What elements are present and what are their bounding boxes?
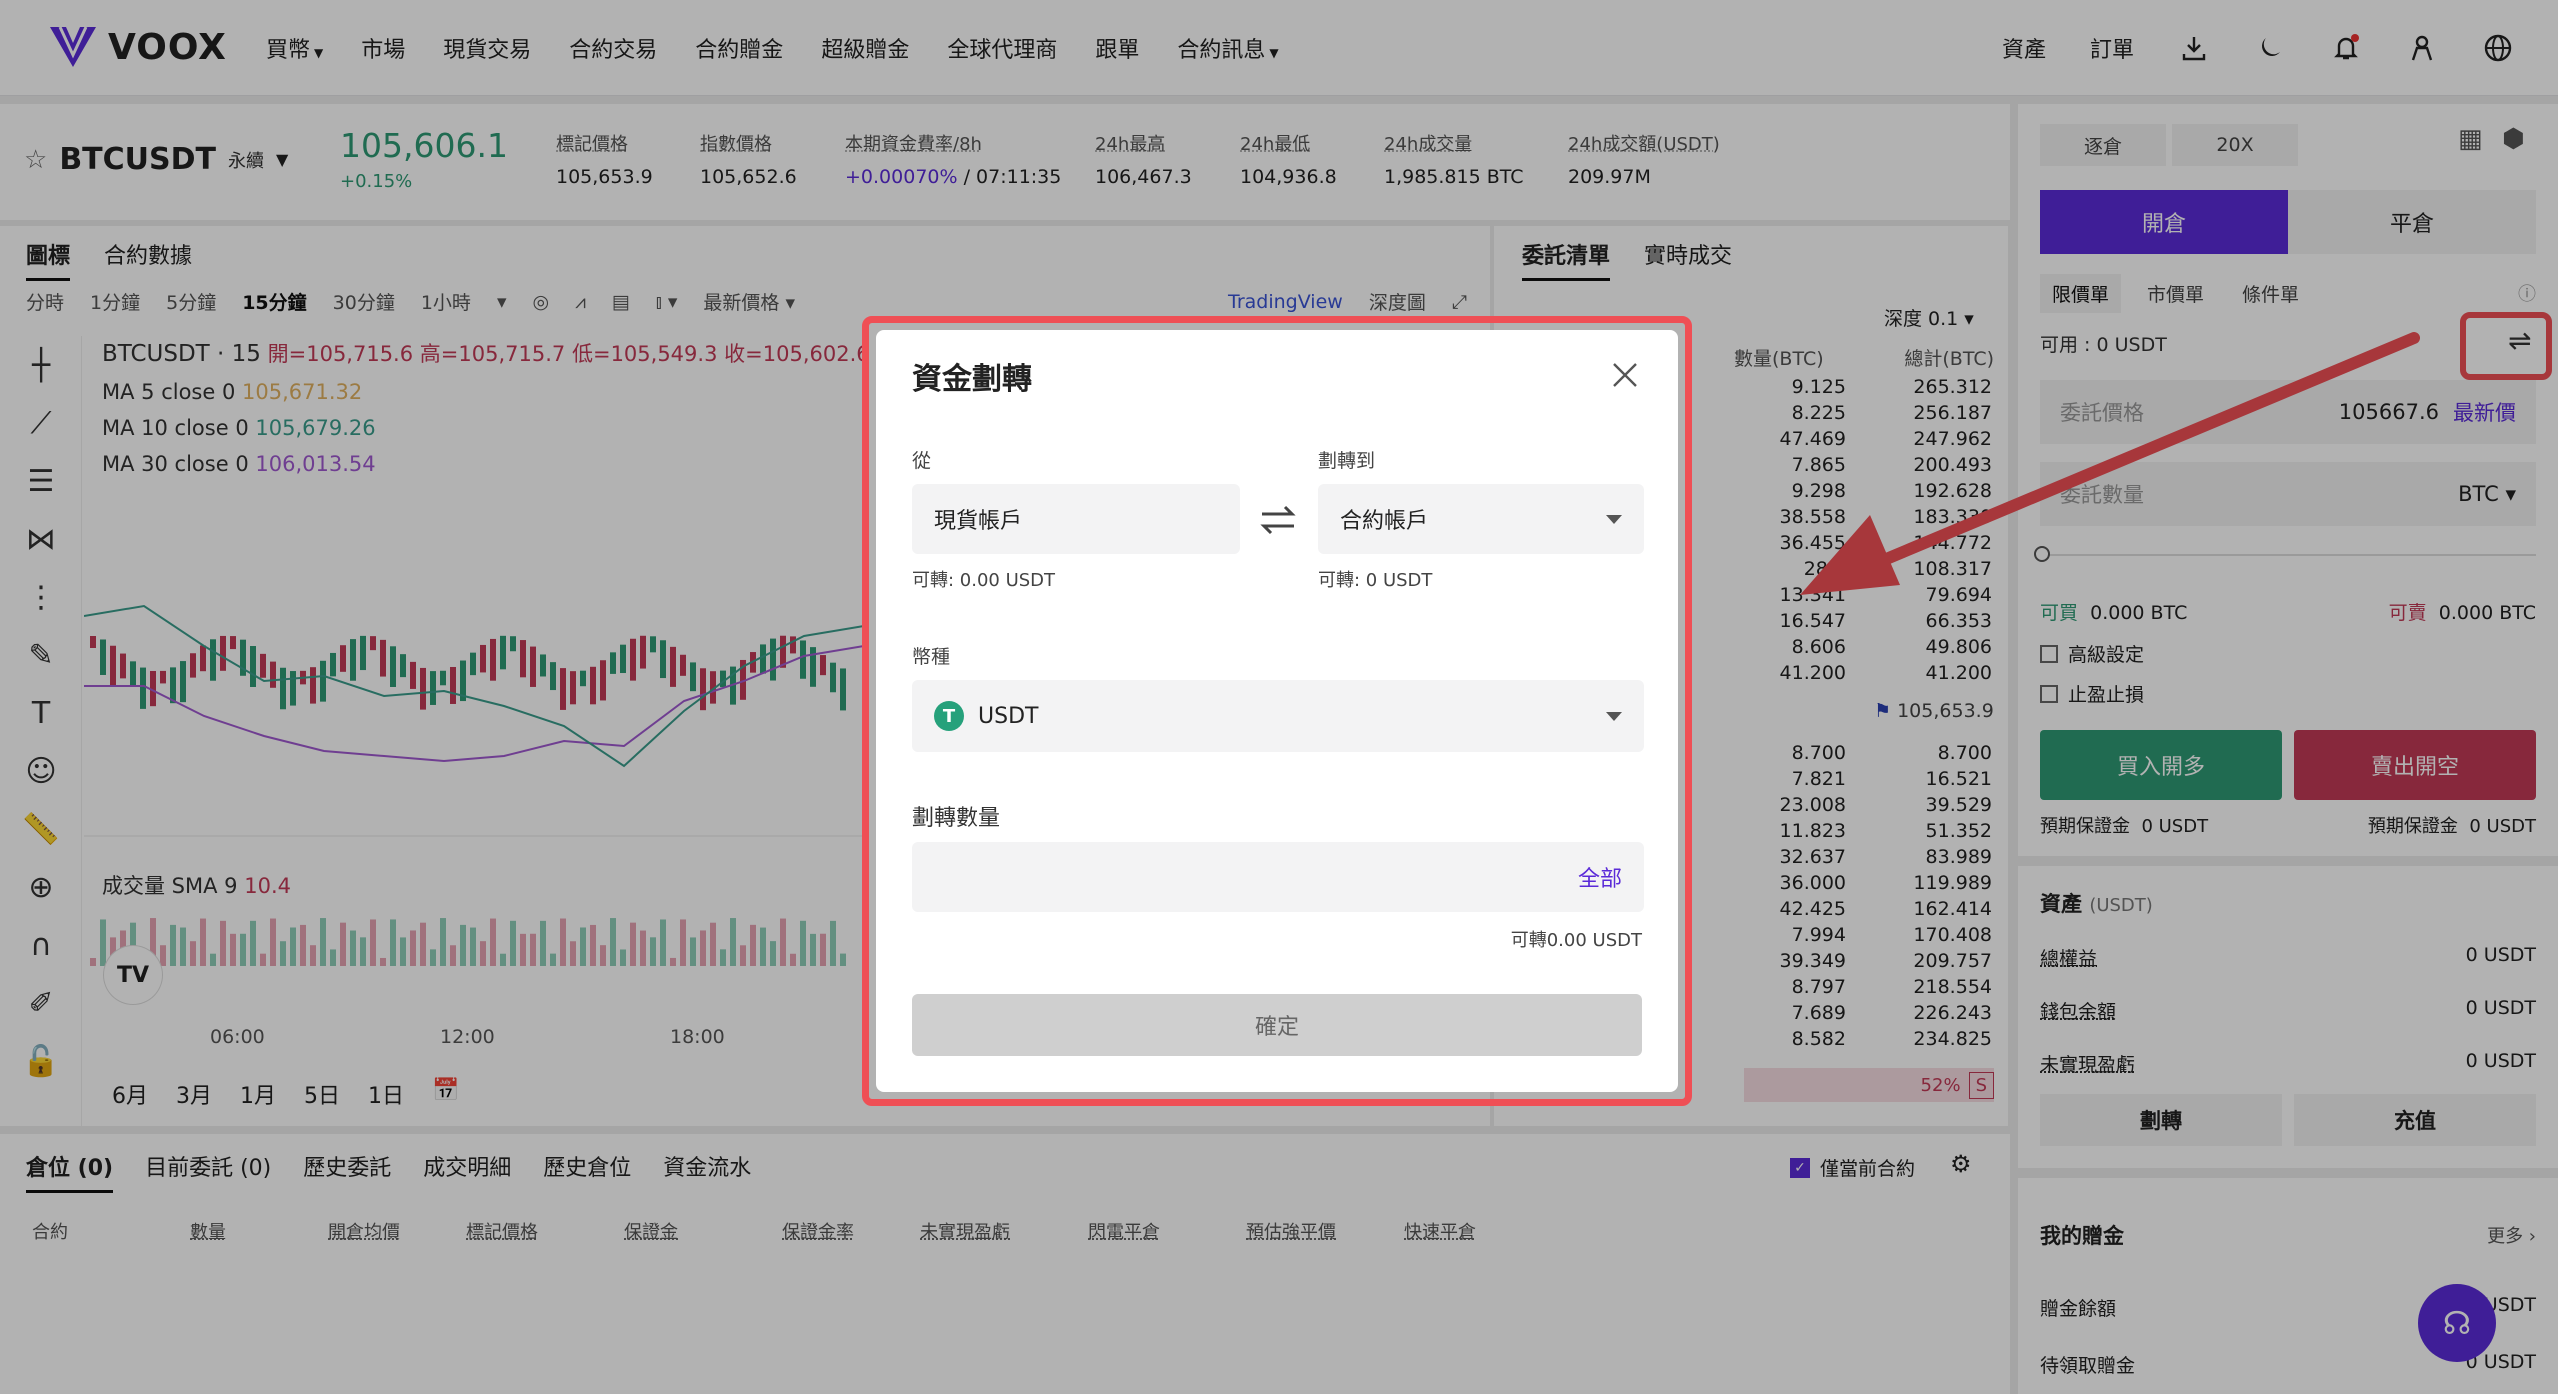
- from-account-field[interactable]: 現貨帳戶: [912, 484, 1240, 554]
- usdt-coin-icon: T: [934, 701, 964, 731]
- all-button[interactable]: 全部: [1578, 861, 1622, 893]
- coin-label: 幣種: [912, 646, 951, 668]
- modal-title: 資金劃轉: [912, 362, 1032, 397]
- amount-input[interactable]: 全部: [912, 842, 1644, 912]
- to-label: 劃轉到: [1318, 450, 1376, 472]
- from-available: 可轉: 0.00 USDT: [912, 570, 1056, 591]
- swap-direction-icon[interactable]: [1258, 502, 1298, 538]
- amount-label: 劃轉數量: [912, 806, 1001, 831]
- close-icon[interactable]: [1610, 360, 1640, 390]
- transfer-modal: 資金劃轉 從 劃轉到 現貨帳戶 合約帳戶 可轉: 0.00 USDT 可轉: 0…: [876, 330, 1678, 1092]
- from-label: 從: [912, 450, 932, 472]
- chevron-down-icon: [1606, 711, 1622, 721]
- confirm-button[interactable]: 確定: [912, 994, 1642, 1056]
- to-available: 可轉: 0 USDT: [1318, 570, 1433, 591]
- to-account-select[interactable]: 合約帳戶: [1318, 484, 1644, 554]
- coin-select[interactable]: T USDT: [912, 680, 1644, 752]
- amount-available: 可轉0.00 USDT: [1510, 930, 1642, 951]
- chevron-down-icon: [1606, 514, 1622, 524]
